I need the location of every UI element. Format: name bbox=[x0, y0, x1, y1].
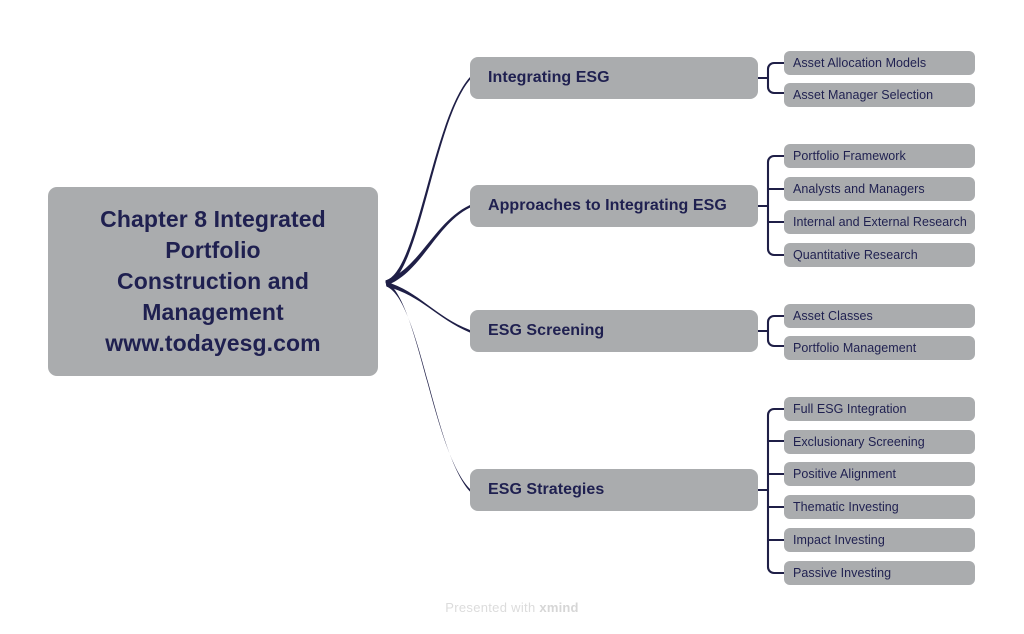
root-line-3: Construction and bbox=[117, 268, 309, 294]
leaf-node-impact-investing[interactable]: Impact Investing bbox=[784, 528, 975, 552]
leaf-node-asset-classes[interactable]: Asset Classes bbox=[784, 304, 975, 328]
branch-node-approaches-to-integrating-esg[interactable]: Approaches to Integrating ESG bbox=[470, 185, 758, 227]
leaf-node-label: Thematic Investing bbox=[793, 500, 899, 514]
branch2-spine bbox=[766, 154, 786, 257]
root-connector-2 bbox=[385, 205, 470, 286]
branch-node-integrating-esg[interactable]: Integrating ESG bbox=[470, 57, 758, 99]
leaf-node-label: Portfolio Framework bbox=[793, 149, 906, 163]
leaf-node-label: Exclusionary Screening bbox=[793, 435, 925, 449]
leaf-node-positive-alignment[interactable]: Positive Alignment bbox=[784, 462, 975, 486]
leaf-node-analysts-and-managers[interactable]: Analysts and Managers bbox=[784, 177, 975, 201]
leaf-node-internal-and-external-research[interactable]: Internal and External Research bbox=[784, 210, 975, 234]
leaf-node-label: Full ESG Integration bbox=[793, 402, 907, 416]
leaf-node-label: Internal and External Research bbox=[793, 215, 967, 229]
xmind-logo: xmind bbox=[539, 600, 579, 615]
leaf-node-full-esg-integration[interactable]: Full ESG Integration bbox=[784, 397, 975, 421]
branch-connectors bbox=[756, 61, 786, 575]
root-line-1: Chapter 8 Integrated bbox=[100, 206, 326, 232]
branch-node-label: ESG Strategies bbox=[488, 481, 605, 498]
root-node[interactable]: Chapter 8 Integrated Portfolio Construct… bbox=[48, 187, 378, 376]
root-line-2: Portfolio bbox=[165, 237, 261, 263]
leaf-node-asset-allocation-models[interactable]: Asset Allocation Models bbox=[784, 51, 975, 75]
branch3-spine bbox=[766, 314, 786, 348]
leaf-node-portfolio-framework[interactable]: Portfolio Framework bbox=[784, 144, 975, 168]
leaf-node-label: Asset Classes bbox=[793, 309, 873, 323]
branch-node-esg-strategies[interactable]: ESG Strategies bbox=[470, 469, 758, 511]
leaf-node-label: Asset Allocation Models bbox=[793, 56, 927, 70]
mindmap-canvas: Chapter 8 Integrated Portfolio Construct… bbox=[0, 0, 1024, 634]
root-node-label: Chapter 8 Integrated Portfolio Construct… bbox=[100, 204, 326, 359]
branch-node-label: ESG Screening bbox=[488, 322, 605, 339]
leaf-node-label: Impact Investing bbox=[793, 533, 885, 547]
leaf-node-thematic-investing[interactable]: Thematic Investing bbox=[784, 495, 975, 519]
root-connector-1 bbox=[385, 77, 470, 286]
root-connector-4 bbox=[385, 281, 470, 492]
root-connector-3 bbox=[385, 281, 470, 333]
root-connectors bbox=[385, 77, 470, 492]
leaf-node-label: Positive Alignment bbox=[793, 467, 897, 481]
leaf-node-label: Quantitative Research bbox=[793, 248, 918, 262]
leaf-node-label: Portfolio Management bbox=[793, 341, 917, 355]
leaf-node-label: Asset Manager Selection bbox=[793, 88, 934, 102]
leaf-node-label: Analysts and Managers bbox=[793, 182, 925, 196]
xmind-watermark: Presented with xmind bbox=[0, 600, 1024, 615]
branch4-spine bbox=[766, 407, 786, 575]
root-line-4: Management bbox=[142, 299, 284, 325]
leaf-node-portfolio-management[interactable]: Portfolio Management bbox=[784, 336, 975, 360]
branch-node-esg-screening[interactable]: ESG Screening bbox=[470, 310, 758, 352]
root-line-5: www.todayesg.com bbox=[105, 330, 321, 356]
leaf-node-exclusionary-screening[interactable]: Exclusionary Screening bbox=[784, 430, 975, 454]
watermark-prefix: Presented with bbox=[445, 600, 536, 615]
leaf-node-quantitative-research[interactable]: Quantitative Research bbox=[784, 243, 975, 267]
branch-node-label: Integrating ESG bbox=[488, 69, 610, 86]
leaf-node-label: Passive Investing bbox=[793, 566, 892, 580]
leaf-node-passive-investing[interactable]: Passive Investing bbox=[784, 561, 975, 585]
branch1-spine bbox=[766, 61, 786, 95]
branch-node-label: Approaches to Integrating ESG bbox=[488, 197, 727, 214]
leaf-node-asset-manager-selection[interactable]: Asset Manager Selection bbox=[784, 83, 975, 107]
